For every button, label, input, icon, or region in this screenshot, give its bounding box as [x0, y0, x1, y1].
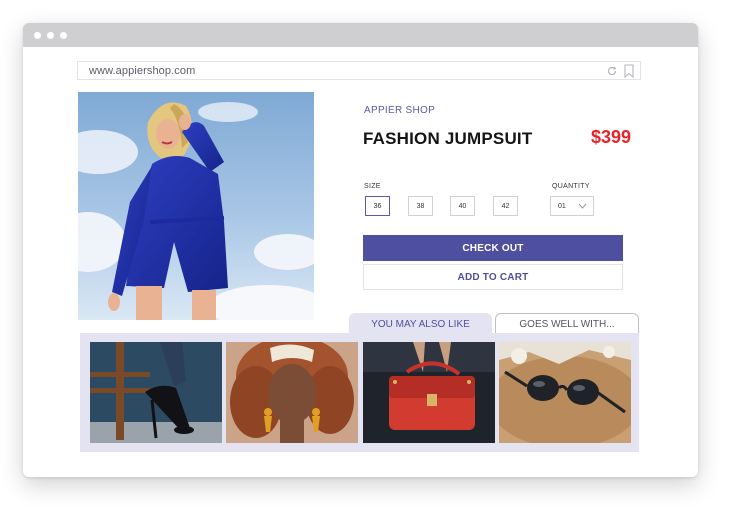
quantity-label: QUANTITY [552, 183, 590, 190]
chevron-down-icon [578, 203, 587, 209]
recommendation-panel [80, 333, 639, 452]
tab-goes-well-with[interactable]: GOES WELL WITH... [495, 313, 639, 335]
size-option-42[interactable]: 42 [493, 196, 518, 216]
add-to-cart-button[interactable]: ADD TO CART [363, 264, 623, 290]
tab-you-may-also-like[interactable]: YOU MAY ALSO LIKE [349, 313, 492, 335]
window-dot-2[interactable] [47, 32, 54, 39]
reload-icon[interactable] [606, 65, 618, 77]
url-text[interactable]: www.appiershop.com [89, 65, 195, 77]
product-title: FASHION JUMPSUIT [363, 129, 533, 148]
reco-item-red-handbag[interactable] [363, 342, 495, 443]
checkout-button[interactable]: CHECK OUT [363, 235, 623, 261]
address-bar[interactable]: www.appiershop.com [77, 61, 641, 80]
reco-item-earrings[interactable] [226, 342, 358, 443]
quantity-value: 01 [558, 203, 566, 210]
window-dot-3[interactable] [60, 32, 67, 39]
quantity-select[interactable]: 01 [550, 196, 594, 216]
title-bar [23, 23, 698, 47]
window-dot-1[interactable] [34, 32, 41, 39]
product-hero-image [78, 92, 314, 320]
bookmark-icon[interactable] [624, 64, 634, 78]
size-option-40[interactable]: 40 [450, 196, 475, 216]
size-option-36[interactable]: 36 [365, 196, 390, 216]
product-price: $399 [591, 127, 632, 147]
size-option-38[interactable]: 38 [408, 196, 433, 216]
reco-item-sunglasses[interactable] [499, 342, 631, 443]
reco-item-heels[interactable] [90, 342, 222, 443]
size-label: SIZE [364, 183, 381, 190]
shop-label[interactable]: APPIER SHOP [364, 105, 435, 116]
browser-window: www.appiershop.com APPIER SHOP FASHION J… [23, 23, 698, 477]
